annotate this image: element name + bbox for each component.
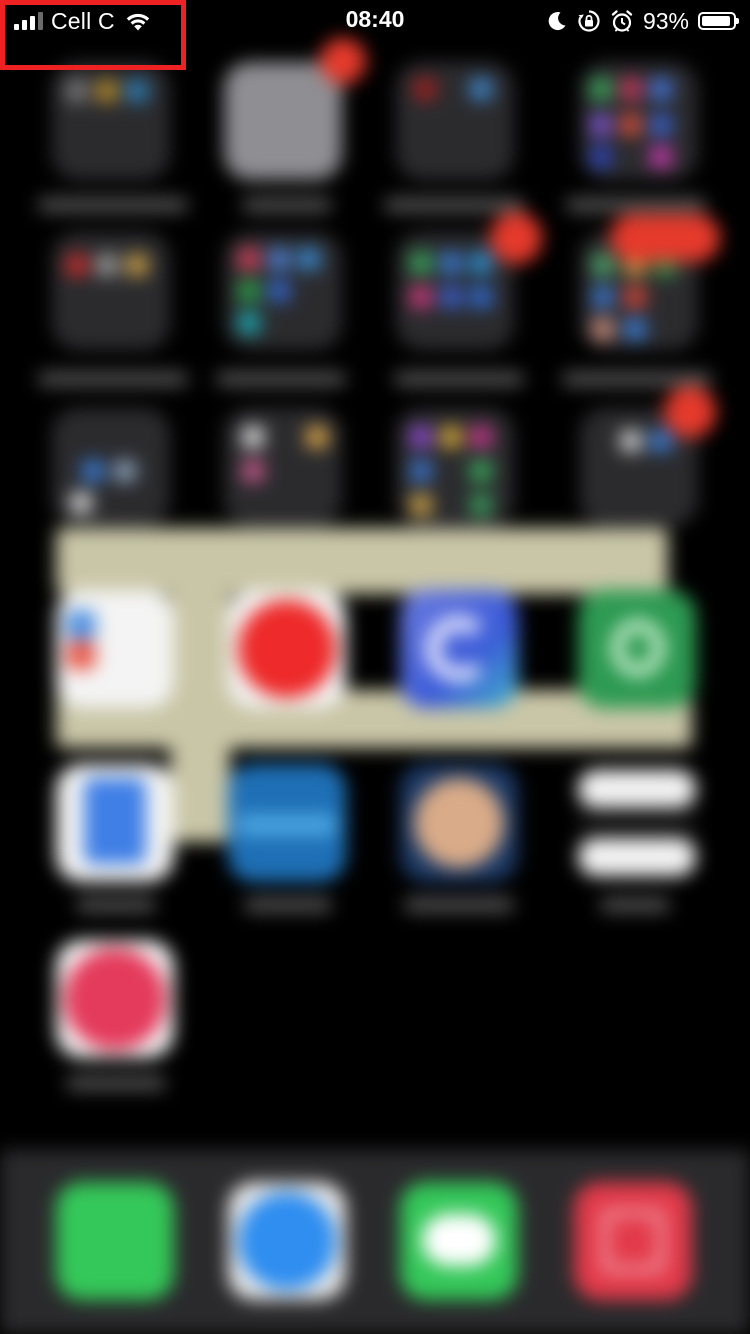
messages-icon[interactable] [400, 1182, 518, 1300]
app-folder[interactable] [580, 62, 698, 180]
notification-badge [320, 38, 366, 84]
battery-level-fill [702, 16, 730, 26]
app-folder[interactable] [396, 408, 514, 526]
blue-app-icon[interactable] [228, 764, 346, 882]
widget-background [56, 528, 668, 594]
app-folder[interactable] [52, 408, 170, 526]
c-letter-app-icon[interactable] [400, 590, 518, 708]
widget-background [170, 592, 230, 842]
calendar-icon[interactable] [574, 1182, 692, 1300]
app-folder[interactable] [224, 408, 342, 526]
app-folder[interactable] [52, 232, 170, 350]
status-bar: Cell C 08:40 93% [0, 0, 750, 70]
phone-icon[interactable] [56, 1182, 174, 1300]
safari-icon[interactable] [228, 1182, 346, 1300]
google-docs-app-icon[interactable] [56, 764, 174, 882]
app-folder[interactable] [396, 62, 514, 180]
red-circle-app-icon[interactable] [228, 590, 346, 708]
green-app-icon[interactable] [578, 590, 696, 708]
settings-app-icon[interactable] [224, 62, 342, 180]
google-photos-app-icon[interactable] [56, 590, 174, 708]
blurred-app-grid [0, 0, 750, 1334]
battery-percent: 93% [642, 7, 689, 34]
notification-badge [490, 212, 542, 264]
profile-app-icon[interactable] [400, 764, 518, 882]
notification-badge [610, 214, 720, 262]
status-bar-right: 93% [546, 5, 739, 37]
pink-app-icon[interactable] [56, 940, 174, 1058]
app-folder[interactable] [52, 62, 170, 180]
alarm-icon [611, 10, 633, 32]
battery-icon [698, 12, 739, 30]
white-stack-app-icon[interactable] [578, 764, 696, 882]
moon-icon [548, 12, 566, 31]
notification-badge [664, 386, 716, 438]
home-screen: Cell C 08:40 93% [0, 0, 750, 1334]
app-folder[interactable] [224, 232, 342, 350]
orientation-lock-icon [578, 10, 600, 32]
dock [0, 1150, 750, 1334]
